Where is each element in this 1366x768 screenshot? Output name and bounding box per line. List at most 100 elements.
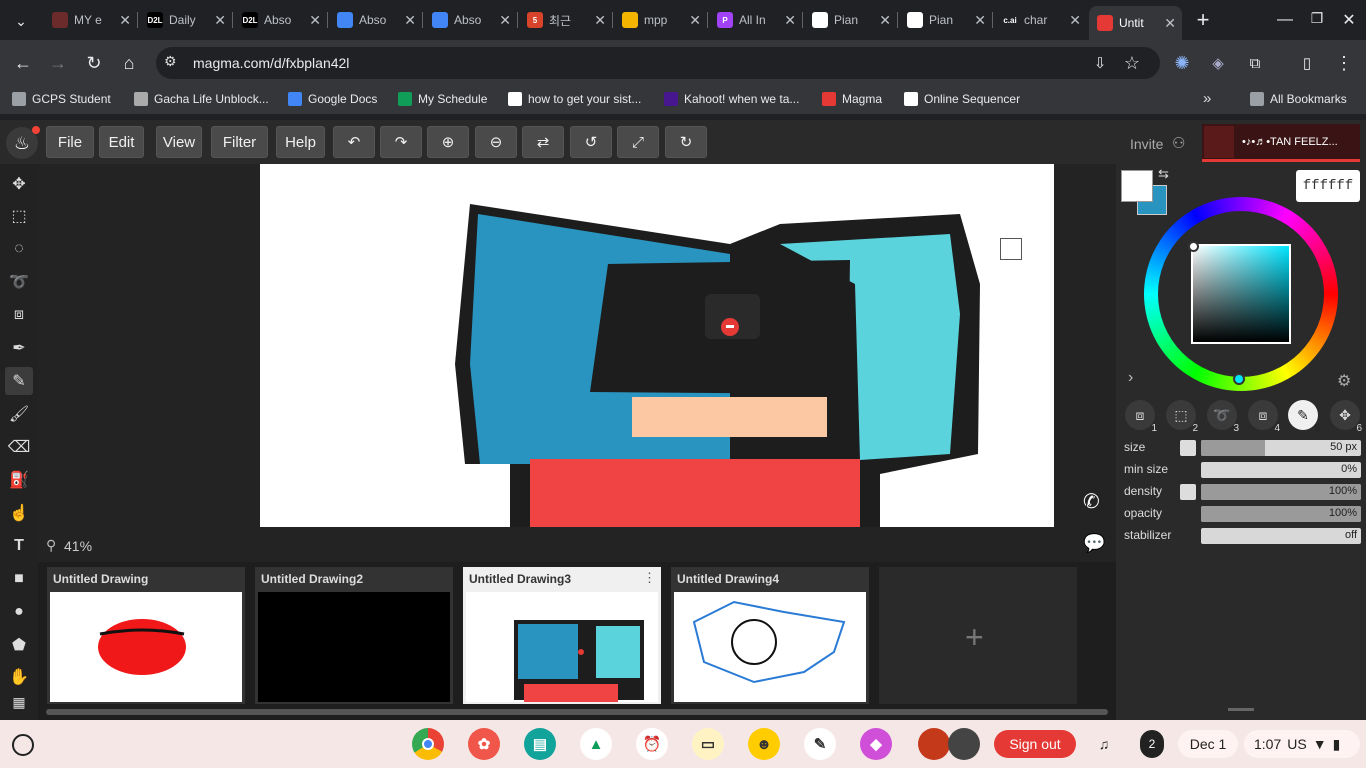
url-text[interactable]: magma.com/d/fxbplan42l — [193, 55, 349, 71]
new-drawing-button[interactable]: + — [879, 567, 1077, 704]
tab-close-icon[interactable]: ✕ — [879, 12, 891, 29]
all-bookmarks-button[interactable]: All Bookmarks — [1250, 92, 1347, 106]
brush-icon[interactable]: 🖌 — [9, 404, 29, 424]
profile-icon-1[interactable] — [918, 728, 950, 760]
bookmark-item[interactable]: Google Docs — [288, 92, 377, 106]
ellipse-tool-icon[interactable]: ● — [9, 602, 29, 622]
tab-close-icon[interactable]: ✕ — [689, 12, 701, 29]
redo-button[interactable]: ↷ — [380, 126, 422, 158]
setting-slider[interactable]: 50 px — [1201, 440, 1361, 456]
browser-tab[interactable]: D2L Daily ✕ — [139, 8, 232, 32]
move-tool-icon[interactable]: ✥ — [9, 174, 29, 194]
tab-close-icon[interactable]: ✕ — [974, 12, 986, 29]
ellipse-select-icon[interactable]: ◌ — [9, 239, 29, 259]
browser-tab[interactable]: MY e ✕ — [44, 8, 137, 32]
extensions-puzzle-icon[interactable]: ⧉ — [1240, 48, 1270, 78]
tab-close-icon[interactable]: ✕ — [404, 12, 416, 29]
browser-tab[interactable]: D2L Abso ✕ — [234, 8, 327, 32]
reload-icon[interactable]: ↻ — [79, 48, 109, 78]
film-icon[interactable]: ▦ — [9, 692, 29, 712]
playlist-icon[interactable]: ♫ — [1090, 730, 1118, 758]
panel-resize-handle[interactable] — [1228, 708, 1254, 711]
clock-app-icon[interactable]: ⏰ — [636, 728, 668, 760]
eyedropper-icon[interactable]: ✒ — [9, 338, 29, 358]
home-icon[interactable]: ⌂ — [114, 48, 144, 78]
chevron-right-icon[interactable]: › — [1128, 369, 1133, 387]
bookmark-item[interactable]: GCPS Student — [12, 92, 111, 106]
menu-view-button[interactable]: View — [156, 126, 202, 158]
bookmark-star-icon[interactable]: ☆ — [1117, 48, 1147, 78]
setting-slider[interactable]: 100% — [1201, 506, 1361, 522]
drawing-menu-icon[interactable]: ⋮ — [643, 570, 656, 586]
browser-tab[interactable]: Pian ✕ — [804, 8, 897, 32]
bookmark-item[interactable]: Kahoot! when we ta... — [664, 92, 799, 106]
browser-tab[interactable]: mpp ✕ — [614, 8, 707, 32]
smudge-icon[interactable]: ☝ — [9, 503, 29, 523]
color-picker-handle[interactable] — [1188, 241, 1199, 252]
drawing-thumb-3[interactable]: Untitled Drawing3 ⋮ — [463, 567, 661, 704]
text-tool-icon[interactable]: T — [9, 536, 29, 556]
tab-close-icon[interactable]: ✕ — [1069, 12, 1081, 29]
pencil-icon[interactable]: ✎ — [9, 371, 29, 391]
fullscreen-button[interactable]: ⤢ — [617, 126, 659, 158]
settings-gear-icon[interactable]: ⚙ — [1337, 371, 1351, 391]
chrome-app-icon[interactable] — [412, 728, 444, 760]
close-window-icon[interactable]: ✕ — [1334, 5, 1364, 35]
browser-tab[interactable]: c.ai char ✕ — [994, 8, 1087, 32]
transform-icon[interactable]: ⧈ — [9, 305, 29, 325]
setting-slider[interactable]: off — [1201, 528, 1361, 544]
eraser-icon[interactable]: ⌫ — [8, 437, 31, 457]
bookmark-item[interactable]: how to get your sist... — [508, 92, 641, 106]
tab-close-icon[interactable]: ✕ — [309, 12, 321, 29]
lasso-icon[interactable]: ➰ — [9, 272, 29, 292]
date-display[interactable]: Dec 1 — [1178, 730, 1238, 758]
tool-preset-2[interactable]: ⬚ 2 — [1166, 400, 1198, 434]
menu-edit-button[interactable]: Edit — [99, 126, 144, 158]
site-info-icon[interactable]: ⚙ — [164, 53, 177, 70]
tool-preset-4[interactable]: ⧈ 4 — [1248, 400, 1280, 434]
classroom-app-icon[interactable]: ▤ — [524, 728, 556, 760]
status-area[interactable]: 1:07 US ▼ ▮ — [1244, 730, 1360, 758]
flip-button[interactable]: ⇄ — [522, 126, 564, 158]
drawing-thumb-2[interactable]: Untitled Drawing2 — [255, 567, 453, 704]
browser-tab[interactable]: Pian ✕ — [899, 8, 992, 32]
zoom-out-button[interactable]: ⊖ — [475, 126, 517, 158]
notes-app-icon[interactable]: ▭ — [692, 728, 724, 760]
menu-filter-button[interactable]: Filter — [211, 126, 268, 158]
tool-preset-6[interactable]: ✥ 6 — [1330, 400, 1362, 434]
primary-color-swatch[interactable] — [1121, 170, 1153, 202]
install-app-icon[interactable]: ⇩ — [1085, 48, 1115, 78]
setting-slider[interactable]: 100% — [1201, 484, 1361, 500]
magma-shelf-icon[interactable]: ◆ — [860, 728, 892, 760]
browser-menu-icon[interactable]: ⋮ — [1329, 48, 1359, 78]
browser-tab[interactable]: Abso ✕ — [329, 8, 422, 32]
hue-handle[interactable] — [1233, 373, 1245, 385]
bookmark-item[interactable]: Gacha Life Unblock... — [134, 92, 269, 106]
minimize-icon[interactable]: — — [1270, 5, 1300, 35]
forward-icon[interactable]: → — [43, 48, 73, 78]
hand-tool-icon[interactable]: ✋ — [9, 667, 29, 687]
paint-bucket-icon[interactable]: ⛽ — [9, 470, 29, 490]
side-panel-icon[interactable]: ▯ — [1292, 48, 1322, 78]
tool-preset-3[interactable]: ➰ 3 — [1207, 400, 1239, 434]
restore-icon[interactable]: ❐ — [1302, 3, 1332, 33]
voice-call-icon[interactable]: ✆ — [1083, 489, 1100, 514]
zoom-level[interactable]: 41% — [64, 538, 92, 554]
tool-preset-1[interactable]: ⧈ 1 — [1125, 400, 1157, 434]
paint-app-icon[interactable]: ✿ — [468, 728, 500, 760]
tab-close-icon[interactable]: ✕ — [1164, 15, 1176, 32]
zoom-in-button[interactable]: ⊕ — [427, 126, 469, 158]
setting-slider[interactable]: 0% — [1201, 462, 1361, 478]
tab-close-icon[interactable]: ✕ — [594, 12, 606, 29]
pressure-toggle[interactable] — [1180, 484, 1196, 500]
tab-close-icon[interactable]: ✕ — [784, 12, 796, 29]
extension-2-icon[interactable]: ◈ — [1203, 48, 1233, 78]
tab-close-icon[interactable]: ✕ — [214, 12, 226, 29]
add-user-icon[interactable]: ⚇ — [1172, 134, 1185, 152]
bookmark-item[interactable]: My Schedule — [398, 92, 487, 106]
rectangle-tool-icon[interactable]: ■ — [9, 569, 29, 589]
tool-preset-5[interactable]: ✎ 5 — [1288, 400, 1320, 434]
tab-close-icon[interactable]: ✕ — [119, 12, 131, 29]
saturation-value-square[interactable] — [1191, 244, 1291, 344]
rotate-right-button[interactable]: ↻ — [665, 126, 707, 158]
